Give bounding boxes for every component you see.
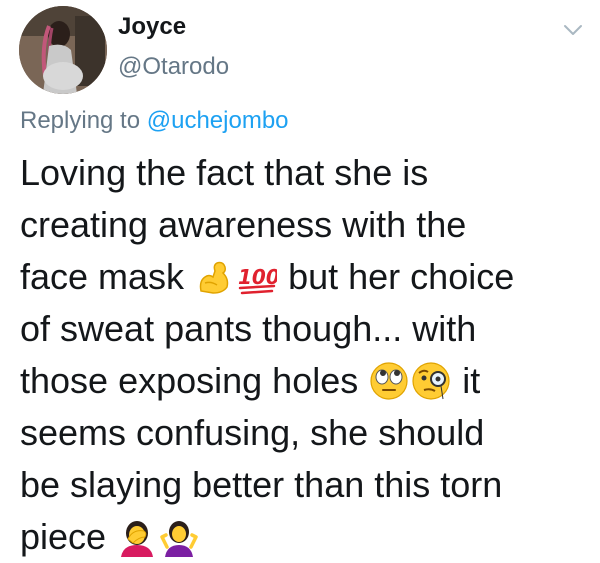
tweet-line: be slaying better than this torn	[20, 464, 503, 505]
reply-prefix: Replying to	[20, 107, 141, 134]
tweet-text-segment: face mask	[20, 256, 185, 297]
tweet-line: of sweat pants though... with	[20, 308, 477, 349]
tweet-text: Loving the fact that she is creating awa…	[20, 147, 590, 563]
tweet-text-segment: it	[462, 360, 481, 401]
tweet-line: Loving the fact that she is	[20, 152, 429, 193]
eye-roll-emoji	[369, 361, 409, 401]
author-handle[interactable]: @Otarodo	[118, 53, 229, 81]
flexed-biceps-emoji	[195, 257, 235, 297]
hundred-points-emoji: 100	[237, 257, 277, 297]
tweet-line: face mask 100 but her choice	[20, 251, 590, 303]
tweet-text-segment: but her choice	[288, 256, 515, 297]
tweet-line: piece	[20, 511, 590, 563]
author-name[interactable]: Joyce	[118, 13, 186, 41]
monocle-face-emoji	[411, 361, 451, 401]
tweet-line: creating awareness with the	[20, 204, 467, 245]
chevron-down-icon[interactable]	[561, 20, 585, 40]
avatar[interactable]	[19, 6, 107, 94]
reply-mention-link[interactable]: @uchejombo	[147, 107, 289, 134]
tweet-text-segment: piece	[20, 516, 107, 557]
reply-context: Replying to @uchejombo	[20, 107, 289, 135]
tweet-line: seems confusing, she should	[20, 412, 485, 453]
tweet-text-segment: those exposing holes	[20, 360, 359, 401]
tweet-line: those exposing holes it	[20, 355, 590, 407]
shrug-emoji	[159, 517, 199, 557]
facepalm-emoji	[117, 517, 157, 557]
